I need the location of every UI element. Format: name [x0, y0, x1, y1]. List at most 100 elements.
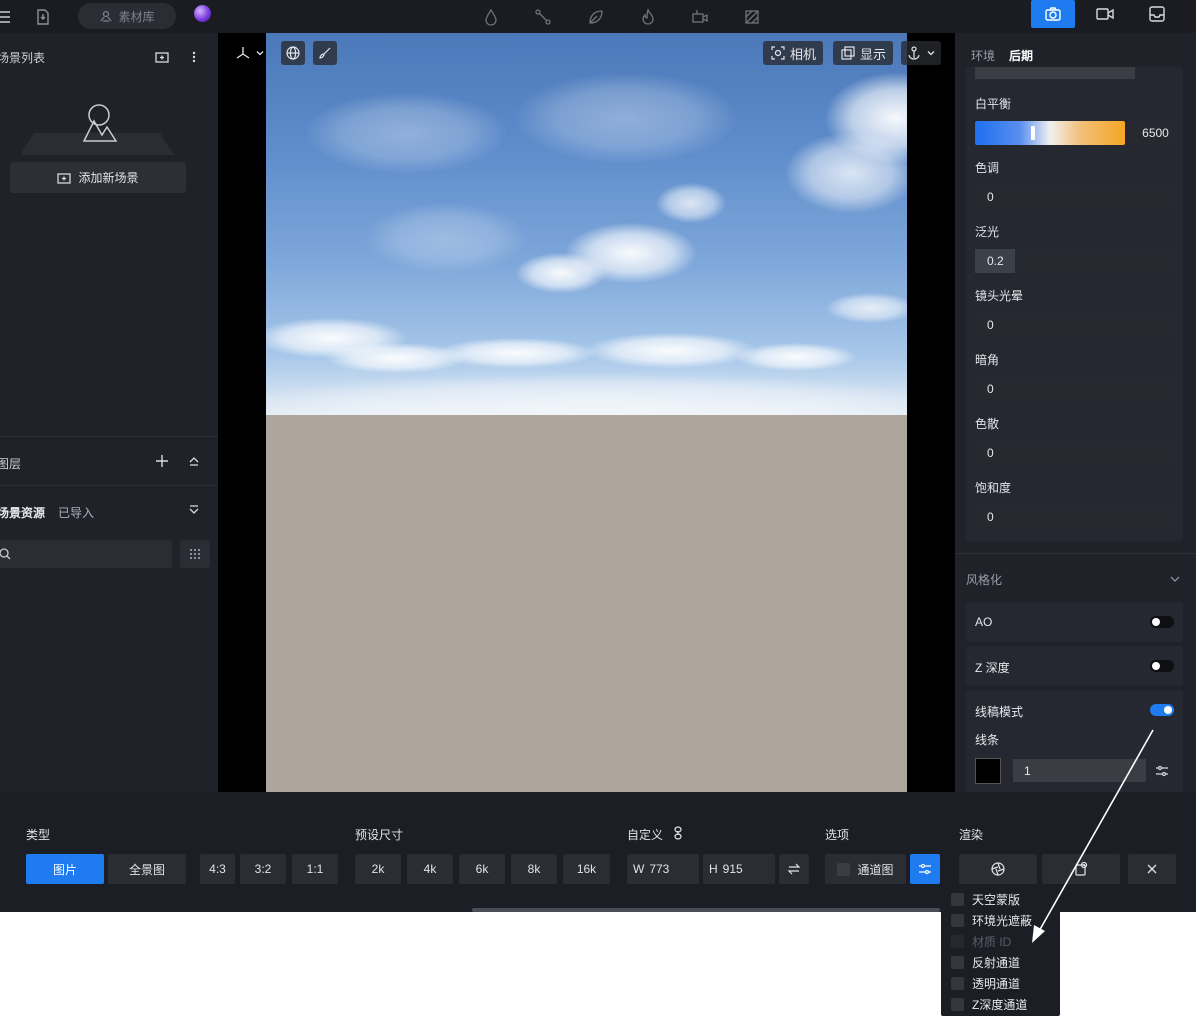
globe-button[interactable] [281, 41, 305, 65]
lens-flare-label: 镜头光晕 [975, 289, 1024, 303]
link-icon[interactable] [673, 826, 683, 840]
preset-16k-button[interactable]: 16k [563, 854, 610, 884]
zdepth-toggle[interactable] [1150, 660, 1174, 672]
file-icon[interactable] [30, 4, 56, 30]
video-mode-button[interactable] [1083, 0, 1127, 28]
close-icon [1147, 864, 1157, 874]
chevron-down-icon [256, 51, 264, 56]
type-header: 类型 [26, 828, 51, 842]
type-image-button[interactable]: 图片 [26, 854, 104, 884]
ratio-4-3-button[interactable]: 4:3 [200, 854, 235, 884]
dispersion-input[interactable]: 0 [975, 441, 1175, 465]
asset-library-button[interactable]: 素材库 [78, 3, 176, 29]
close-button[interactable] [1128, 854, 1176, 884]
menu-icon[interactable] [0, 4, 18, 30]
render-header: 渲染 [959, 828, 984, 842]
height-input[interactable]: H 915 [703, 854, 775, 884]
lighting-dropdown[interactable] [901, 41, 941, 65]
more-options-icon[interactable] [186, 49, 202, 65]
reflection-channel-label: 反射通道 [972, 955, 1021, 970]
reflection-channel-option[interactable]: 反射通道 [951, 953, 1020, 971]
display-button[interactable]: 显示 [833, 41, 893, 65]
transform-gizmo-dropdown[interactable] [230, 41, 270, 65]
tone-input[interactable]: 0 [975, 185, 1175, 209]
path-node-icon[interactable] [530, 4, 556, 30]
tab-environment[interactable]: 环境 [971, 47, 995, 64]
output-mode-button[interactable] [1135, 0, 1179, 28]
collapse-layers-icon[interactable] [186, 453, 202, 469]
add-new-scene-button[interactable]: 添加新场景 [10, 162, 186, 193]
line-width-input[interactable]: 1 [1013, 759, 1146, 782]
brush-icon [319, 47, 331, 59]
checkbox[interactable] [951, 913, 964, 927]
scene-assets-tab[interactable]: 场景资源 [0, 504, 45, 521]
render-button[interactable] [959, 854, 1037, 884]
water-drop-icon[interactable] [478, 4, 504, 30]
channel-settings-button[interactable] [910, 854, 940, 884]
scrolled-field-remnant [975, 67, 1135, 79]
swap-dimensions-button[interactable] [779, 854, 809, 884]
flame-icon[interactable] [635, 4, 661, 30]
checkbox[interactable] [837, 862, 851, 876]
channel-map-checkbox[interactable]: 通道图 [825, 854, 906, 884]
render-queue-button[interactable] [1042, 854, 1120, 884]
ratio-3-2-button[interactable]: 3:2 [240, 854, 286, 884]
leaf-icon[interactable] [583, 4, 609, 30]
imported-tab[interactable]: 已导入 [58, 504, 94, 521]
sky [266, 33, 907, 433]
preset-2k-button[interactable]: 2k [355, 854, 401, 884]
settings-sliders-icon[interactable] [1155, 764, 1169, 778]
stylize-section-title[interactable]: 风格化 [966, 571, 1002, 588]
width-value: 773 [649, 862, 670, 876]
horizontal-scrollbar[interactable] [472, 908, 940, 912]
grid-view-button[interactable] [180, 540, 210, 568]
aperture-icon [991, 862, 1005, 876]
checkbox[interactable] [951, 997, 964, 1011]
add-layer-icon[interactable] [154, 453, 170, 469]
asset-search-input[interactable] [0, 540, 172, 568]
render-viewport[interactable]: 相机 显示 [218, 33, 955, 792]
ground-plane [266, 415, 907, 792]
bloom-input[interactable]: 0.2 [975, 249, 1175, 273]
ratio-1-1-button[interactable]: 1:1 [292, 854, 338, 884]
camera-frame-icon [771, 46, 785, 60]
transparency-channel-option[interactable]: 透明通道 [951, 974, 1020, 992]
camera-button[interactable]: 相机 [763, 41, 823, 65]
chevron-down-icon[interactable] [1169, 573, 1181, 585]
ao-row: AO [966, 602, 1183, 642]
line-color-swatch[interactable] [975, 758, 1001, 784]
ai-orb-icon[interactable] [194, 5, 211, 22]
layers-title: 图层 [0, 457, 22, 471]
globe-icon [286, 46, 300, 60]
preset-6k-button[interactable]: 6k [459, 854, 505, 884]
wireframe-toggle[interactable] [1150, 704, 1174, 716]
preset-8k-button[interactable]: 8k [511, 854, 557, 884]
type-panorama-button[interactable]: 全景图 [108, 854, 186, 884]
texture-icon[interactable] [739, 4, 765, 30]
checkbox[interactable] [951, 955, 964, 969]
checkbox[interactable] [951, 892, 964, 906]
channel-map-label: 通道图 [857, 862, 894, 877]
material-id-label: 材质 ID [972, 934, 1012, 949]
add-scene-icon[interactable] [154, 49, 170, 65]
sky-mask-option[interactable]: 天空蒙版 [951, 890, 1020, 908]
white-balance-value[interactable]: 6500 [1132, 121, 1179, 145]
zdepth-channel-option[interactable]: Z深度通道 [951, 995, 1027, 1013]
preset-4k-button[interactable]: 4k [407, 854, 453, 884]
photo-mode-button[interactable] [1031, 0, 1075, 28]
layers-display-icon [841, 46, 855, 60]
width-input[interactable]: W 773 [627, 854, 699, 884]
grid-icon [190, 549, 200, 559]
ambient-occlusion-option[interactable]: 环境光遮蔽 [951, 911, 1032, 929]
tab-post[interactable]: 后期 [1009, 47, 1033, 64]
ao-toggle[interactable] [1150, 616, 1174, 628]
checkbox[interactable] [951, 976, 964, 990]
white-balance-slider-handle[interactable] [1031, 126, 1035, 140]
saturation-input[interactable]: 0 [975, 505, 1175, 529]
lens-flare-input[interactable]: 0 [975, 313, 1175, 337]
vignette-input[interactable]: 0 [975, 377, 1175, 401]
camera-track-icon[interactable] [687, 4, 713, 30]
expand-assets-icon[interactable] [186, 502, 202, 518]
brush-tool-button[interactable] [313, 41, 337, 65]
white-balance-slider[interactable] [975, 121, 1125, 145]
